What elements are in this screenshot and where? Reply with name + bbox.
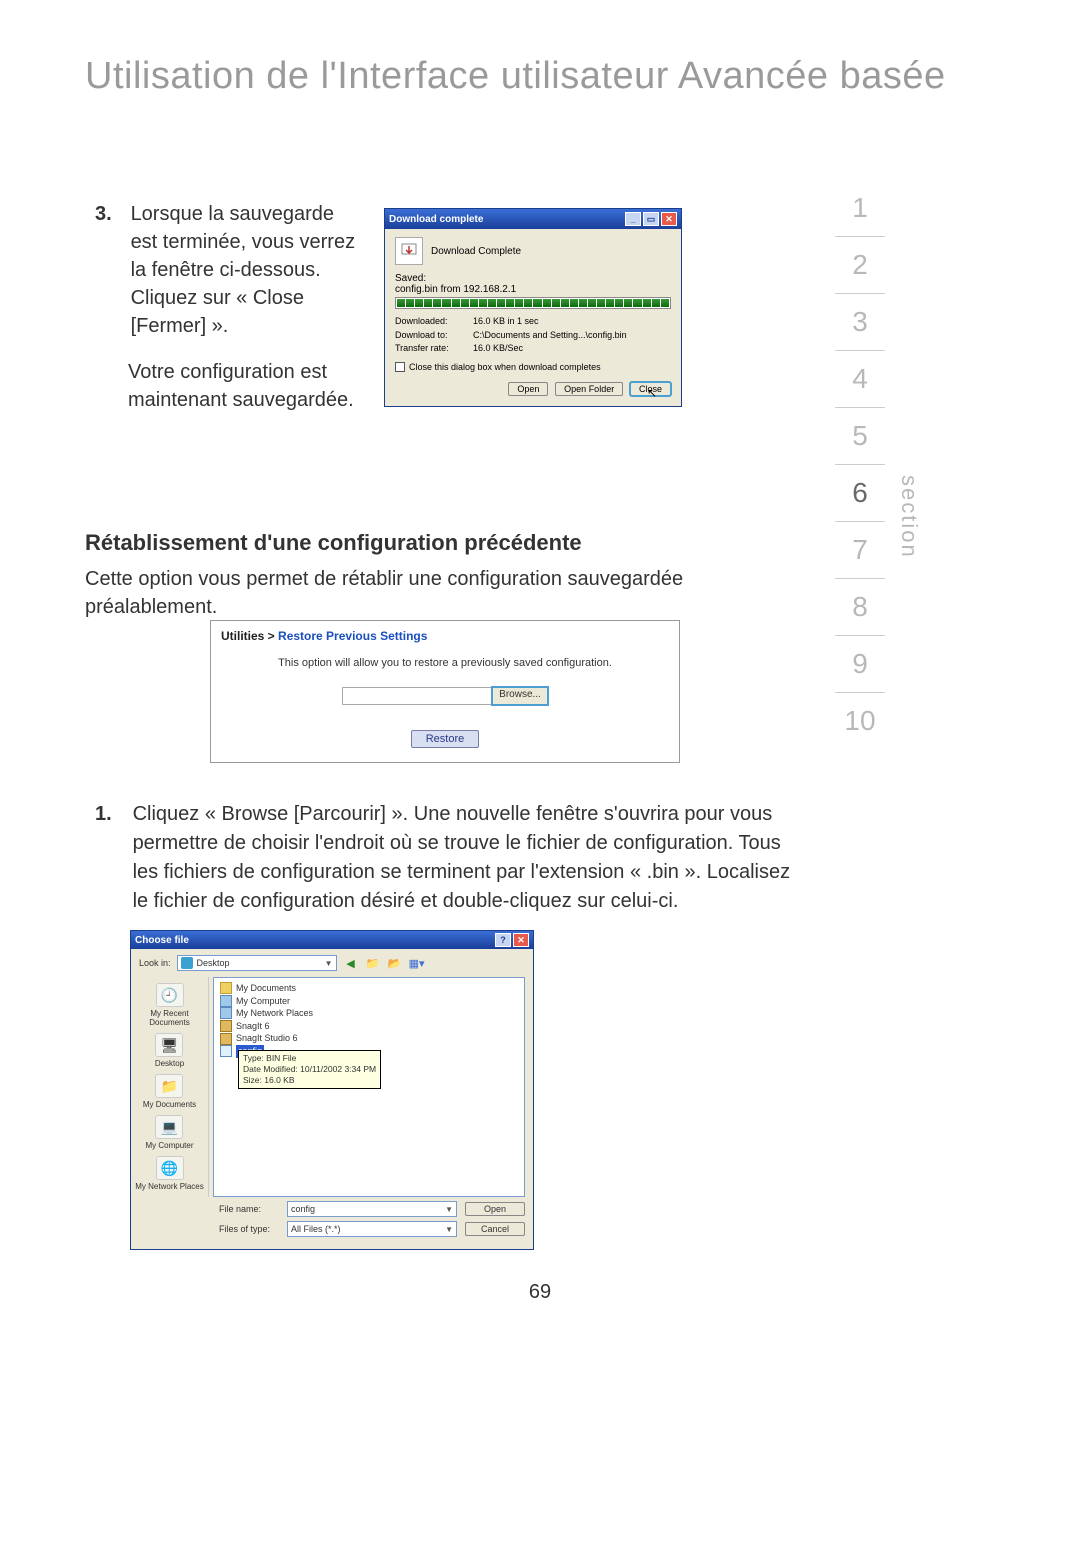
step3-block: 3. Lorsque la sauvegarde est terminée, v… — [95, 200, 375, 414]
saved-label: Saved: — [395, 273, 671, 284]
place-desktop[interactable]: 🖥Desktop — [155, 1031, 184, 1070]
restore-button[interactable]: Restore — [411, 730, 480, 748]
back-icon[interactable]: ◀ — [343, 955, 359, 971]
rate-value: 16.0 KB/Sec — [473, 342, 523, 356]
close-checkbox[interactable] — [395, 362, 405, 372]
browse-button[interactable]: Browse... — [492, 687, 548, 705]
close-checkbox-label: Close this dialog box when download comp… — [409, 362, 601, 372]
nav-9[interactable]: 9 — [835, 636, 885, 693]
step3-para2: Cliquez sur « Close [Fermer] ». — [131, 287, 304, 337]
file-snagit[interactable]: SnagIt 6 — [220, 1020, 518, 1033]
nav-2[interactable]: 2 — [835, 237, 885, 294]
breadcrumb: Utilities > Restore Previous Settings — [221, 629, 669, 643]
filename-input[interactable]: config▼ — [287, 1201, 457, 1217]
chevron-down-icon: ▼ — [325, 959, 333, 968]
file-mydocs[interactable]: My Documents — [220, 982, 518, 995]
folder-icon — [220, 982, 232, 994]
restore-paragraph: Cette option vous permet de rétablir une… — [85, 565, 745, 621]
downloadto-value: C:\Documents and Setting...\config.bin — [473, 329, 627, 343]
downloaded-value: 16.0 KB in 1 sec — [473, 315, 539, 329]
nav-10[interactable]: 10 — [835, 693, 885, 749]
restore-heading: Rétablissement d'une configuration précé… — [85, 530, 582, 556]
choose-close-icon[interactable]: ✕ — [513, 933, 529, 947]
maximize-icon[interactable]: ▭ — [643, 212, 659, 226]
download-heading: Download Complete — [431, 246, 521, 257]
rate-label: Transfer rate: — [395, 342, 473, 356]
place-mycomp[interactable]: 💻My Computer — [145, 1113, 193, 1152]
filetype-select[interactable]: All Files (*.*)▼ — [287, 1221, 457, 1237]
filetype-label: Files of type: — [219, 1224, 279, 1234]
page-number: 69 — [0, 1281, 1080, 1304]
section-nav: 1 2 3 4 5 6 7 8 9 10 — [835, 180, 885, 749]
cursor-icon: ↖ — [647, 386, 657, 400]
place-mynet[interactable]: 🌐My Network Places — [135, 1154, 203, 1193]
progress-bar — [395, 297, 671, 309]
breadcrumb-restore: Restore Previous Settings — [278, 629, 427, 643]
place-recent[interactable]: 🕘My Recent Documents — [131, 981, 208, 1029]
nav-4[interactable]: 4 — [835, 351, 885, 408]
minimize-icon[interactable]: _ — [625, 212, 641, 226]
up-folder-icon[interactable]: 📁 — [365, 955, 381, 971]
tooltip-size: Size: 16.0 KB — [243, 1075, 376, 1086]
computer-icon — [220, 995, 232, 1007]
config-file-input[interactable] — [342, 687, 492, 705]
cancel-button[interactable]: Cancel — [465, 1222, 525, 1236]
tooltip-type: Type: BIN File — [243, 1053, 376, 1064]
desktop-icon — [181, 957, 193, 969]
file-tooltip: Type: BIN File Date Modified: 10/11/2002… — [238, 1050, 381, 1089]
bin-file-icon — [220, 1045, 232, 1057]
shortcut-icon — [220, 1033, 232, 1045]
lookin-label: Look in: — [139, 958, 171, 968]
file-mynet[interactable]: My Network Places — [220, 1007, 518, 1020]
place-mydocs[interactable]: 📁My Documents — [143, 1072, 196, 1111]
downloaded-label: Downloaded: — [395, 315, 473, 329]
nav-8[interactable]: 8 — [835, 579, 885, 636]
restore-settings-panel: Utilities > Restore Previous Settings Th… — [210, 620, 680, 763]
dialog-title: Download complete — [389, 214, 483, 225]
shortcut-icon — [220, 1020, 232, 1032]
nav-7[interactable]: 7 — [835, 522, 885, 579]
open-button[interactable]: Open — [508, 382, 548, 396]
places-bar: 🕘My Recent Documents 🖥Desktop 📁My Docume… — [131, 977, 209, 1197]
lookin-select[interactable]: Desktop ▼ — [177, 955, 337, 971]
help-icon[interactable]: ? — [495, 933, 511, 947]
tooltip-modified: Date Modified: 10/11/2002 3:34 PM — [243, 1064, 376, 1075]
download-icon — [395, 237, 423, 265]
step1-number: 1. — [95, 800, 127, 829]
views-icon[interactable]: ▦▾ — [409, 955, 425, 971]
chevron-down-icon: ▼ — [445, 1205, 453, 1214]
dialog-titlebar[interactable]: Download complete _ ▭ ✕ — [385, 209, 681, 229]
network-icon — [220, 1007, 232, 1019]
page-title: Utilisation de l'Interface utilisateur A… — [85, 55, 946, 98]
section-label: section — [896, 475, 922, 559]
file-mycomp[interactable]: My Computer — [220, 995, 518, 1008]
saved-value: config.bin from 192.168.2.1 — [395, 284, 671, 295]
filename-label: File name: — [219, 1204, 279, 1214]
restore-description: This option will allow you to restore a … — [221, 657, 669, 669]
nav-6[interactable]: 6 — [835, 465, 885, 522]
lookin-value: Desktop — [197, 958, 230, 968]
nav-1[interactable]: 1 — [835, 180, 885, 237]
choose-file-dialog: Choose file ? ✕ Look in: Desktop ▼ ◀ 📁 📂… — [130, 930, 534, 1250]
step1-block: 1. Cliquez « Browse [Parcourir] ». Une n… — [95, 800, 805, 916]
choose-titlebar[interactable]: Choose file ? ✕ — [131, 931, 533, 949]
nav-5[interactable]: 5 — [835, 408, 885, 465]
step3-para3: Votre configuration est maintenant sauve… — [128, 358, 375, 414]
step1-text: Cliquez « Browse [Parcourir] ». Une nouv… — [133, 800, 798, 916]
choose-title: Choose file — [135, 935, 189, 946]
step3-number: 3. — [95, 200, 125, 228]
open-file-button[interactable]: Open — [465, 1202, 525, 1216]
open-folder-button[interactable]: Open Folder — [555, 382, 623, 396]
nav-3[interactable]: 3 — [835, 294, 885, 351]
download-complete-dialog: Download complete _ ▭ ✕ Download Complet… — [384, 208, 682, 407]
new-folder-icon[interactable]: 📂 — [387, 955, 403, 971]
close-icon[interactable]: ✕ — [661, 212, 677, 226]
chevron-down-icon: ▼ — [445, 1225, 453, 1234]
downloadto-label: Download to: — [395, 329, 473, 343]
step3-para1: Lorsque la sauvegarde est terminée, vous… — [131, 203, 356, 281]
download-info: Downloaded:16.0 KB in 1 sec Download to:… — [395, 315, 671, 356]
file-list[interactable]: My Documents My Computer My Network Plac… — [213, 977, 525, 1197]
file-snagitstudio[interactable]: SnagIt Studio 6 — [220, 1032, 518, 1045]
breadcrumb-utilities: Utilities > — [221, 629, 278, 643]
